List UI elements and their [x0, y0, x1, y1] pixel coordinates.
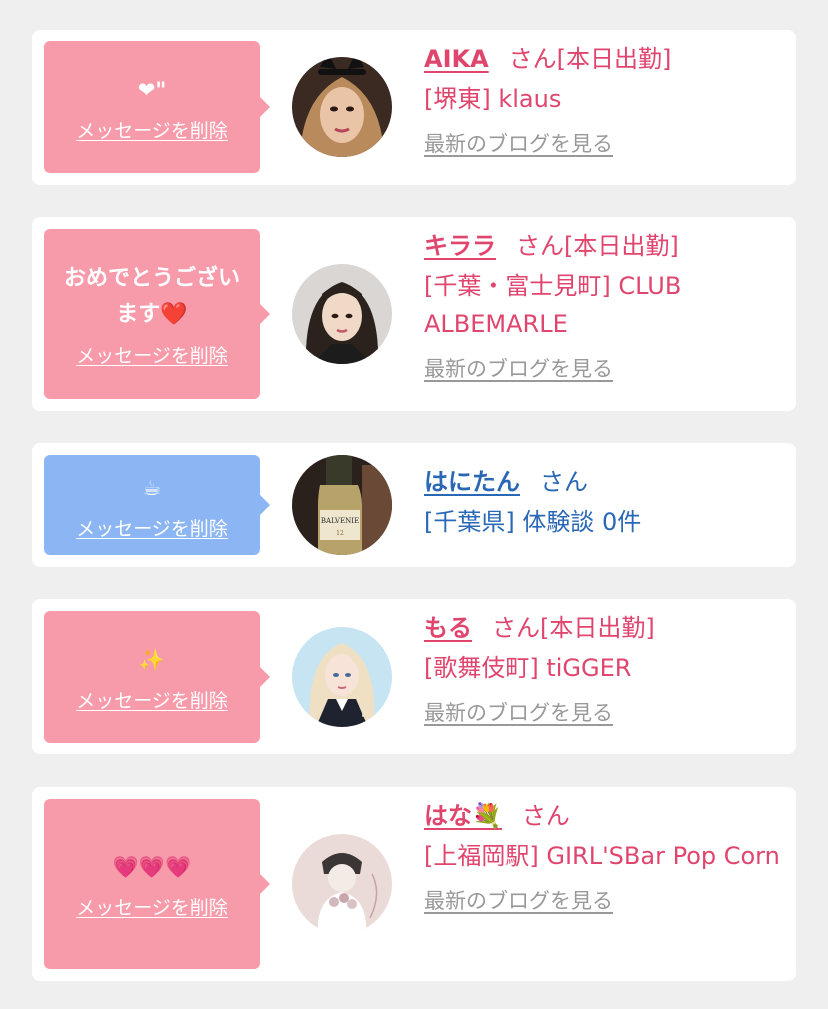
message-text: おめでとうございます❤️: [63, 265, 240, 327]
message-text: ❤": [137, 77, 167, 102]
user-name-link[interactable]: AIKA: [424, 45, 489, 73]
user-info: キララ さん[本日出勤] [千葉・富士見町] CLUB ALBEMARLE 最新の…: [424, 229, 784, 383]
delete-message-link[interactable]: メッセージを削除: [76, 893, 228, 920]
avatar[interactable]: BALVENIE 12: [292, 455, 392, 555]
message-bubble: ❤" メッセージを削除: [44, 41, 270, 173]
location-shop: [上福岡駅] GIRL'SBar Pop Corn: [424, 842, 780, 870]
name-suffix: さん: [521, 802, 570, 830]
list-item: 💗💗💗 メッセージを削除 はな💐 さん [上福岡駅] GIRL'SBar Pop …: [32, 787, 796, 981]
message-bubble: ☕ メッセージを削除: [44, 455, 270, 555]
user-info: AIKA さん[本日出勤] [堺東] klaus 最新のブログを見る: [424, 42, 784, 158]
latest-blog-link[interactable]: 最新のブログを見る: [424, 353, 613, 383]
location-shop: [千葉・富士見町] CLUB ALBEMARLE: [424, 272, 682, 338]
svg-text:12: 12: [336, 530, 344, 537]
user-info: はな💐 さん [上福岡駅] GIRL'SBar Pop Corn 最新のブログを見…: [424, 799, 784, 915]
message-text: ✨: [138, 647, 166, 672]
avatar[interactable]: [292, 57, 392, 157]
message-bubble: おめでとうございます❤️ メッセージを削除: [44, 229, 270, 399]
message-list: ❤" メッセージを削除 AIKA さん[本日出勤] [堺東] klaus 最新のブ…: [0, 0, 828, 1009]
delete-message-link[interactable]: メッセージを削除: [76, 341, 228, 368]
list-item: ❤" メッセージを削除 AIKA さん[本日出勤] [堺東] klaus 最新のブ…: [32, 30, 796, 185]
avatar[interactable]: [292, 264, 392, 364]
list-item: ☕ メッセージを削除 BALVENIE 12 はにたん さん [千葉県] 体験談 …: [32, 443, 796, 567]
name-suffix: さん[本日出勤]: [516, 232, 679, 260]
message-bubble: ✨ メッセージを削除: [44, 611, 270, 743]
message-bubble: 💗💗💗 メッセージを削除: [44, 799, 270, 969]
location-shop: [堺東] klaus: [424, 85, 562, 113]
user-name-link[interactable]: はな💐: [424, 802, 502, 830]
user-info: もる さん[本日出勤] [歌舞伎町] tiGGER 最新のブログを見る: [424, 611, 784, 727]
svg-text:BALVENIE: BALVENIE: [321, 517, 359, 525]
latest-blog-link[interactable]: 最新のブログを見る: [424, 697, 613, 727]
user-info: はにたん さん [千葉県] 体験談 0件: [424, 465, 784, 541]
location-shop: [千葉県] 体験談 0件: [424, 508, 642, 536]
user-name-link[interactable]: はにたん: [424, 468, 520, 496]
list-item: ✨ メッセージを削除 もる さん[本日出勤] [歌舞伎町] tiGGER 最新のブ…: [32, 599, 796, 754]
name-suffix: さん[本日出勤]: [508, 45, 672, 73]
location-shop: [歌舞伎町] tiGGER: [424, 654, 632, 682]
delete-message-link[interactable]: メッセージを削除: [76, 514, 228, 541]
user-name-link[interactable]: もる: [424, 614, 472, 642]
latest-blog-link[interactable]: 最新のブログを見る: [424, 885, 613, 915]
delete-message-link[interactable]: メッセージを削除: [76, 686, 228, 713]
message-text: 💗💗💗: [112, 854, 192, 879]
user-name-link[interactable]: キララ: [424, 232, 496, 260]
message-text: ☕: [142, 475, 162, 500]
list-item: おめでとうございます❤️ メッセージを削除 キララ さん[本日出勤] [千葉・富士…: [32, 217, 796, 411]
name-suffix: さん: [540, 468, 588, 496]
latest-blog-link[interactable]: 最新のブログを見る: [424, 128, 613, 158]
avatar[interactable]: [292, 834, 392, 934]
name-suffix: さん[本日出勤]: [492, 614, 655, 642]
avatar[interactable]: [292, 627, 392, 727]
delete-message-link[interactable]: メッセージを削除: [76, 116, 228, 143]
